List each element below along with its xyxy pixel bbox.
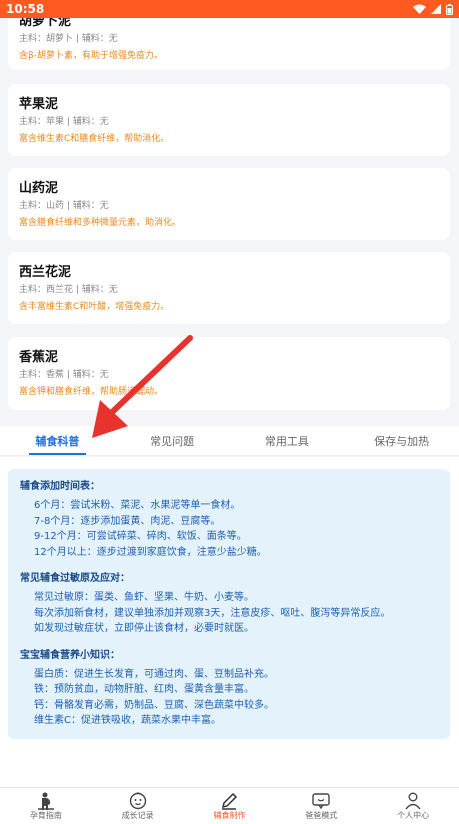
food-name: 山药泥 — [19, 181, 59, 196]
food-name: 香蕉泥 — [19, 350, 59, 365]
bottom-nav: 孕育指南 成长记录 辅食制作 爸爸模式 个人中心 — [0, 787, 459, 824]
section-item: 蛋白质：促进生长发育，可通过肉、蛋、豆制品补充。 — [34, 668, 274, 680]
section-item: 9-12个月：可尝试碎菜、碎肉、软饭、面条等。 — [34, 531, 247, 542]
signal-icon — [431, 4, 441, 14]
section-item: 钙：骨骼发育必需，奶制品、豆腐、深色蔬菜中较多。 — [34, 699, 274, 711]
food-name: 西兰花泥 — [19, 265, 72, 280]
food-ingredients: 主料：胡萝卜 | 辅料：无 — [19, 34, 118, 44]
section-title: 常见辅食过敏原及应对： — [20, 573, 130, 584]
chat-bubble-icon — [311, 792, 331, 810]
status-bar: 10:58 — [0, 0, 459, 18]
person-icon — [403, 792, 423, 810]
section-item: 12个月以上：逐步过渡到家庭饮食，注意少盐少糖。 — [34, 546, 267, 558]
food-description: 含丰富维生素C和叶酸，增强免疫力。 — [19, 302, 170, 312]
food-card[interactable]: 西兰花泥 主料：西兰花 | 辅料：无 含丰富维生素C和叶酸，增强免疫力。 — [8, 252, 450, 324]
nav-item-food-making[interactable]: 辅食制作 — [184, 788, 276, 824]
section-item: 如发现过敏症状，立即停止该食材，必要时就医。 — [34, 623, 254, 634]
food-ingredients: 主料：西兰花 | 辅料：无 — [19, 285, 118, 295]
section-item: 7-8个月：逐步添加蛋黄、肉泥、豆腐等。 — [34, 515, 221, 527]
tab-food-science[interactable]: 辅食科普 — [0, 426, 115, 455]
baby-face-icon — [128, 791, 148, 810]
tab-content: 辅食添加时间表： 6个月：尝试米粉、菜泥、水果泥等单一食材。 7-8个月：逐步添… — [0, 457, 459, 787]
section-item: 每次添加新食材，建议单独添加并观察3天，注意皮疹、呕吐、腹泻等异常反应。 — [34, 607, 391, 619]
section-item: 6个月：尝试米粉、菜泥、水果泥等单一食材。 — [34, 500, 241, 511]
nav-label: 爸爸模式 — [305, 810, 338, 820]
food-name: 苹果泥 — [19, 97, 59, 112]
knowledge-box: 辅食添加时间表： 6个月：尝试米粉、菜泥、水果泥等单一食材。 7-8个月：逐步添… — [8, 469, 450, 739]
food-ingredients: 主料：香蕉 | 辅料：无 — [19, 370, 109, 380]
food-list[interactable]: 胡萝卜泥 主料：胡萝卜 | 辅料：无 含β-胡萝卜素，有助于增强免疫力。 苹果泥… — [0, 0, 459, 420]
status-time: 10:58 — [6, 2, 45, 16]
tab-storage-heating[interactable]: 保存与加热 — [344, 426, 459, 455]
tab-common-questions[interactable]: 常见问题 — [115, 426, 230, 455]
section-title: 宝宝辅食营养小知识： — [20, 649, 120, 661]
section-title: 辅食添加时间表： — [20, 481, 100, 492]
nav-item-dad-mode[interactable]: 爸爸模式 — [275, 788, 367, 824]
nav-item-personal-center[interactable]: 个人中心 — [367, 788, 459, 824]
food-card[interactable]: 山药泥 主料：山药 | 辅料：无 富含膳食纤维和多种微量元素，助消化。 — [8, 168, 450, 240]
food-ingredients: 主料：苹果 | 辅料：无 — [19, 117, 109, 127]
nav-item-pregnancy-guide[interactable]: 孕育指南 — [0, 788, 92, 824]
food-description: 富含维生素C和膳食纤维，帮助消化。 — [19, 134, 170, 144]
tab-common-tools[interactable]: 常用工具 — [230, 426, 345, 455]
wifi-icon — [413, 4, 426, 14]
food-description: 富含钾和膳食纤维，帮助肠道蠕动。 — [19, 387, 164, 397]
food-description: 含β-胡萝卜素，有助于增强免疫力。 — [19, 51, 163, 61]
food-card[interactable]: 苹果泥 主料：苹果 | 辅料：无 富含维生素C和膳食纤维，帮助消化。 — [8, 84, 450, 156]
section-item: 铁：预防贫血，动物肝脏、红肉、蛋黄含量丰富。 — [34, 684, 254, 695]
food-ingredients: 主料：山药 | 辅料：无 — [19, 201, 109, 211]
pregnant-icon — [36, 792, 56, 810]
nav-item-growth-record[interactable]: 成长记录 — [92, 788, 184, 824]
category-tabs: 辅食科普 常见问题 常用工具 保存与加热 — [0, 426, 459, 456]
section-item: 维生素C：促进铁吸收，蔬菜水果中丰富。 — [34, 715, 221, 726]
section-item: 常见过敏原：蛋类、鱼虾、坚果、牛奶、小麦等。 — [34, 592, 254, 603]
pen-icon — [219, 792, 239, 810]
food-card[interactable]: 香蕉泥 主料：香蕉 | 辅料：无 富含钾和膳食纤维，帮助肠道蠕动。 — [8, 337, 450, 410]
nav-label: 辅食制作 — [213, 810, 246, 820]
food-description: 富含膳食纤维和多种微量元素，助消化。 — [19, 218, 182, 228]
nav-label: 个人中心 — [397, 810, 430, 820]
battery-icon — [446, 3, 453, 15]
nav-label: 成长记录 — [121, 810, 154, 820]
nav-label: 孕育指南 — [29, 810, 62, 820]
